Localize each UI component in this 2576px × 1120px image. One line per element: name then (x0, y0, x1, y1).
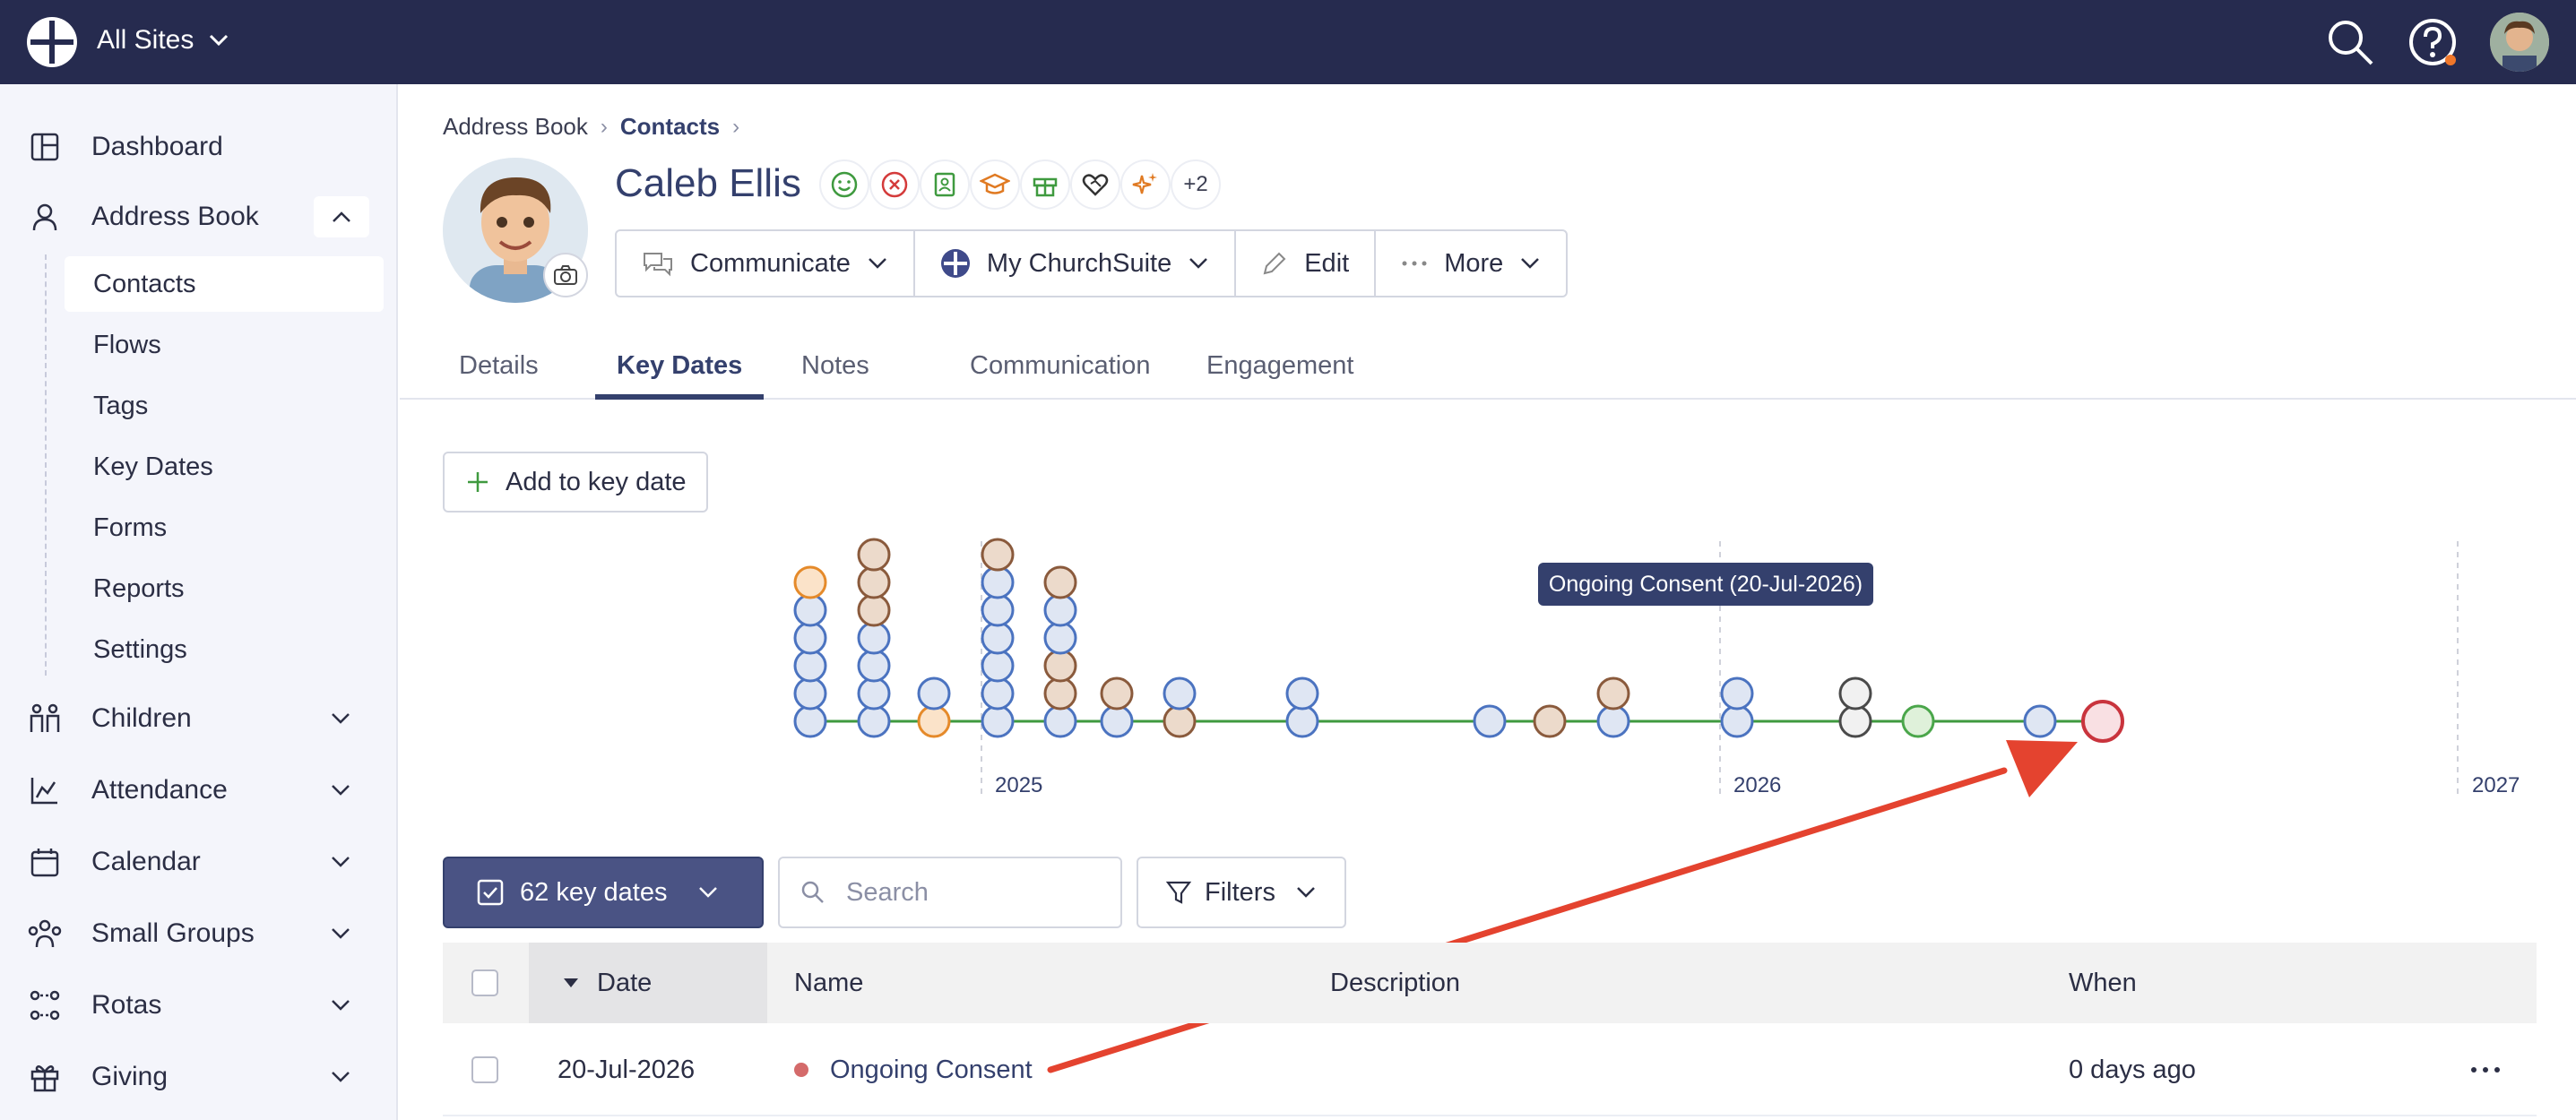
timeline-dot[interactable] (1043, 593, 1077, 627)
timeline-dot[interactable] (1720, 676, 1754, 711)
sort-desc-icon (564, 978, 578, 987)
timeline-dot[interactable] (857, 649, 891, 683)
timeline-dot[interactable] (793, 704, 827, 738)
select-all-cell (471, 943, 498, 1023)
timeline-dot-highlighted[interactable] (2081, 700, 2124, 743)
timeline-dots (793, 538, 2124, 743)
row-name-cell: Ongoing Consent (794, 1023, 1033, 1116)
timeline-tooltip: Ongoing Consent (20-Jul-2026) (1538, 563, 1873, 606)
ellipsis-icon (2471, 1067, 2500, 1073)
column-header-when[interactable]: When (2069, 943, 2137, 1023)
search-icon (801, 881, 824, 903)
select-all-checkbox[interactable] (471, 969, 498, 996)
timeline-dot[interactable] (981, 593, 1015, 627)
timeline-dot[interactable] (917, 676, 951, 711)
timeline-dot[interactable] (793, 621, 827, 655)
timeline-dot[interactable] (1533, 704, 1567, 738)
row-checkbox[interactable] (471, 1056, 498, 1083)
timeline-dot[interactable] (1043, 621, 1077, 655)
filter-icon (1165, 881, 1192, 904)
chevron-down-icon (1297, 887, 1315, 898)
column-header-date[interactable]: Date (529, 943, 767, 1023)
timeline-dot[interactable] (981, 538, 1015, 572)
column-header-description[interactable]: Description (1330, 943, 1460, 1023)
timeline-dot[interactable] (857, 621, 891, 655)
timeline-dot[interactable] (1043, 565, 1077, 599)
timeline-dot[interactable] (1100, 676, 1134, 711)
column-header-name[interactable]: Name (794, 943, 863, 1023)
timeline-dot[interactable] (1043, 676, 1077, 711)
timeline-dot[interactable] (793, 565, 827, 599)
timeline-dot[interactable] (981, 649, 1015, 683)
chevron-down-icon (699, 887, 718, 898)
timeline-year-2027: 2027 (2472, 773, 2520, 797)
timeline-dot[interactable] (1473, 704, 1507, 738)
timeline-dot[interactable] (1100, 704, 1134, 738)
timeline-dot[interactable] (857, 565, 891, 599)
search-input[interactable]: Search (778, 857, 1122, 928)
filters-label: Filters (1205, 877, 1275, 907)
table-header: Date Name Description When (443, 943, 2537, 1023)
timeline-dot[interactable] (1043, 649, 1077, 683)
column-date-label: Date (597, 968, 653, 997)
timeline-dot[interactable] (1163, 676, 1197, 711)
timeline-dot[interactable] (2023, 704, 2057, 738)
timeline-dot[interactable] (981, 621, 1015, 655)
timeline-dot[interactable] (1596, 676, 1630, 711)
table-row[interactable]: 20-Jul-2026 Ongoing Consent 0 days ago (443, 1023, 2537, 1116)
timeline-dot[interactable] (981, 565, 1015, 599)
timeline-dot[interactable] (1901, 704, 1935, 738)
timeline-dot[interactable] (793, 649, 827, 683)
row-date: 20-Jul-2026 (558, 1055, 696, 1084)
timeline-dot[interactable] (793, 593, 827, 627)
row-when: 0 days ago (2069, 1055, 2196, 1084)
row-actions-button[interactable] (2470, 1023, 2501, 1116)
timeline-dot[interactable] (981, 676, 1015, 711)
timeline-dot[interactable] (1596, 704, 1630, 738)
timeline-dot[interactable] (857, 704, 891, 738)
timeline-dot[interactable] (1285, 676, 1319, 711)
key-dates-count-label: 62 key dates (520, 877, 668, 907)
checkbox-icon (477, 879, 504, 906)
timeline-dot[interactable] (793, 676, 827, 711)
timeline-dot[interactable] (1043, 704, 1077, 738)
annotation-arrowhead (2006, 740, 2078, 797)
timeline-dot[interactable] (857, 538, 891, 572)
row-name-link[interactable]: Ongoing Consent (830, 1055, 1033, 1085)
row-select-cell (471, 1023, 498, 1116)
timeline-dot[interactable] (1720, 704, 1754, 738)
timeline-dot[interactable] (857, 676, 891, 711)
status-dot (794, 1063, 808, 1077)
timeline-dot[interactable] (857, 593, 891, 627)
key-dates-count-button[interactable]: 62 key dates (443, 857, 764, 928)
timeline-dot[interactable] (1838, 676, 1872, 711)
timeline-dot[interactable] (981, 704, 1015, 738)
timeline-year-2026: 2026 (1733, 773, 1781, 797)
timeline-dot[interactable] (1285, 704, 1319, 738)
timeline-year-2025: 2025 (995, 773, 1042, 797)
timeline-dot[interactable] (1838, 704, 1872, 738)
timeline-dot[interactable] (917, 704, 951, 738)
timeline-dot[interactable] (1163, 704, 1197, 738)
search-placeholder: Search (846, 877, 929, 907)
filters-button[interactable]: Filters (1137, 857, 1346, 928)
